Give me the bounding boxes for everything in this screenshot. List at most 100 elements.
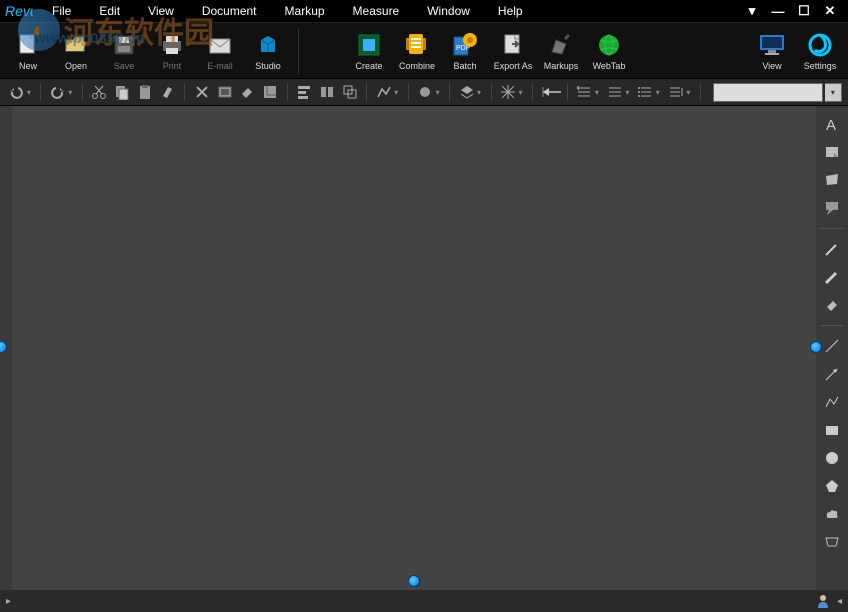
list2-button[interactable] (604, 81, 625, 103)
list3-button[interactable] (635, 81, 656, 103)
polyline-dropdown[interactable]: ▾ (394, 88, 402, 97)
settings-button[interactable]: Settings (796, 25, 844, 77)
menu-edit[interactable]: Edit (85, 1, 134, 21)
secondary-toolbar: ▾ ▾ ▾ ▾ ▾ ▾ ▾ ▾ ▾ ▾ ▾ (0, 78, 848, 106)
markups-icon (547, 31, 575, 59)
menu-markup[interactable]: Markup (271, 1, 339, 21)
note-tool[interactable] (821, 142, 843, 162)
exportas-button[interactable]: Export As (489, 25, 537, 77)
font-selector[interactable] (713, 83, 823, 102)
new-icon (14, 31, 42, 59)
svg-text:Revu: Revu (5, 3, 33, 19)
markup-tools-panel: A (816, 106, 848, 590)
list3-dropdown[interactable]: ▾ (656, 88, 664, 97)
open-icon (62, 31, 90, 59)
batch-button[interactable]: PDF Batch (441, 25, 489, 77)
list4-dropdown[interactable]: ▾ (686, 88, 694, 97)
combine-button[interactable]: Combine (393, 25, 441, 77)
pen-tool[interactable] (821, 239, 843, 259)
view-button[interactable]: View (748, 25, 796, 77)
monitor-icon (758, 31, 786, 59)
line-tool[interactable] (821, 336, 843, 356)
list2-dropdown[interactable]: ▾ (625, 88, 633, 97)
close-button[interactable]: ✕ (822, 3, 838, 19)
status-chevron-right[interactable]: ◂ (837, 596, 842, 607)
polyline-tool[interactable] (821, 392, 843, 412)
create-button[interactable]: Create (345, 25, 393, 77)
list1-dropdown[interactable]: ▾ (595, 88, 603, 97)
cut-button[interactable] (89, 81, 110, 103)
print-button[interactable]: Print (148, 25, 196, 77)
app-logo: Revu (0, 0, 38, 22)
combine-icon (403, 31, 431, 59)
delete-button[interactable] (191, 81, 212, 103)
menu-view[interactable]: View (134, 1, 188, 21)
align2-button[interactable] (317, 81, 338, 103)
eraser-tool[interactable] (821, 295, 843, 315)
layers-dropdown[interactable]: ▾ (477, 88, 485, 97)
group-button[interactable] (340, 81, 361, 103)
eraser-button[interactable] (237, 81, 258, 103)
copy-button[interactable] (112, 81, 133, 103)
rectangle-tool[interactable] (821, 420, 843, 440)
align-button[interactable] (294, 81, 315, 103)
new-button[interactable]: New (4, 25, 52, 77)
menu-measure[interactable]: Measure (339, 1, 414, 21)
bottom-panel-handle[interactable] (408, 575, 420, 587)
grid-button[interactable] (498, 81, 519, 103)
create-icon (355, 31, 383, 59)
menu-window[interactable]: Window (413, 1, 484, 21)
cloud-button[interactable] (415, 81, 436, 103)
cloud-dropdown[interactable]: ▾ (436, 88, 444, 97)
format-paint-button[interactable] (157, 81, 178, 103)
user-icon[interactable] (815, 593, 831, 609)
maximize-button[interactable]: ☐ (796, 3, 812, 19)
text-tool[interactable]: A (821, 114, 843, 134)
font-dropdown[interactable]: ▾ (825, 83, 842, 102)
status-bar: ▸ ◂ (0, 590, 848, 612)
grid-dropdown[interactable]: ▾ (518, 88, 526, 97)
batch-icon: PDF (451, 31, 479, 59)
crop-button[interactable] (260, 81, 281, 103)
stamp-tool[interactable] (821, 170, 843, 190)
email-button[interactable]: E-mail (196, 25, 244, 77)
open-button[interactable]: Open (52, 25, 100, 77)
cloud-tool[interactable] (821, 504, 843, 524)
dimension-arrow-button[interactable] (539, 81, 561, 103)
list4-button[interactable] (665, 81, 686, 103)
window-controls: ▾ — ☐ ✕ (744, 3, 848, 19)
polyline-button[interactable] (373, 81, 394, 103)
snapshot-button[interactable] (214, 81, 235, 103)
pin-button[interactable]: ▾ (744, 3, 760, 19)
menu-document[interactable]: Document (188, 1, 271, 21)
main-menu: File Edit View Document Markup Measure W… (38, 1, 537, 21)
studio-button[interactable]: Studio (244, 25, 292, 77)
save-button[interactable]: Save (100, 25, 148, 77)
document-canvas[interactable] (12, 106, 816, 590)
polygon-tool[interactable] (821, 476, 843, 496)
layers-button[interactable] (456, 81, 477, 103)
studio-icon (254, 31, 282, 59)
ellipse-tool[interactable] (821, 448, 843, 468)
undo-button[interactable] (6, 81, 27, 103)
redo-button[interactable] (47, 81, 68, 103)
highlight-tool[interactable] (821, 267, 843, 287)
paste-button[interactable] (135, 81, 156, 103)
list1-button[interactable] (574, 81, 595, 103)
webtab-button[interactable]: WebTab (585, 25, 633, 77)
sketch-tool[interactable] (821, 532, 843, 552)
minimize-button[interactable]: — (770, 3, 786, 19)
redo-dropdown[interactable]: ▾ (68, 88, 76, 97)
callout-tool[interactable] (821, 198, 843, 218)
menu-help[interactable]: Help (484, 1, 537, 21)
undo-dropdown[interactable]: ▾ (27, 88, 35, 97)
menu-file[interactable]: File (38, 1, 85, 21)
save-icon (110, 31, 138, 59)
arrow-tool[interactable] (821, 364, 843, 384)
right-panel-handle[interactable] (810, 341, 822, 353)
status-chevron-left[interactable]: ▸ (6, 596, 11, 607)
globe-icon (595, 31, 623, 59)
left-panel-rail[interactable] (0, 106, 12, 590)
markups-button[interactable]: Markups (537, 25, 585, 77)
left-panel-handle[interactable] (0, 341, 7, 353)
